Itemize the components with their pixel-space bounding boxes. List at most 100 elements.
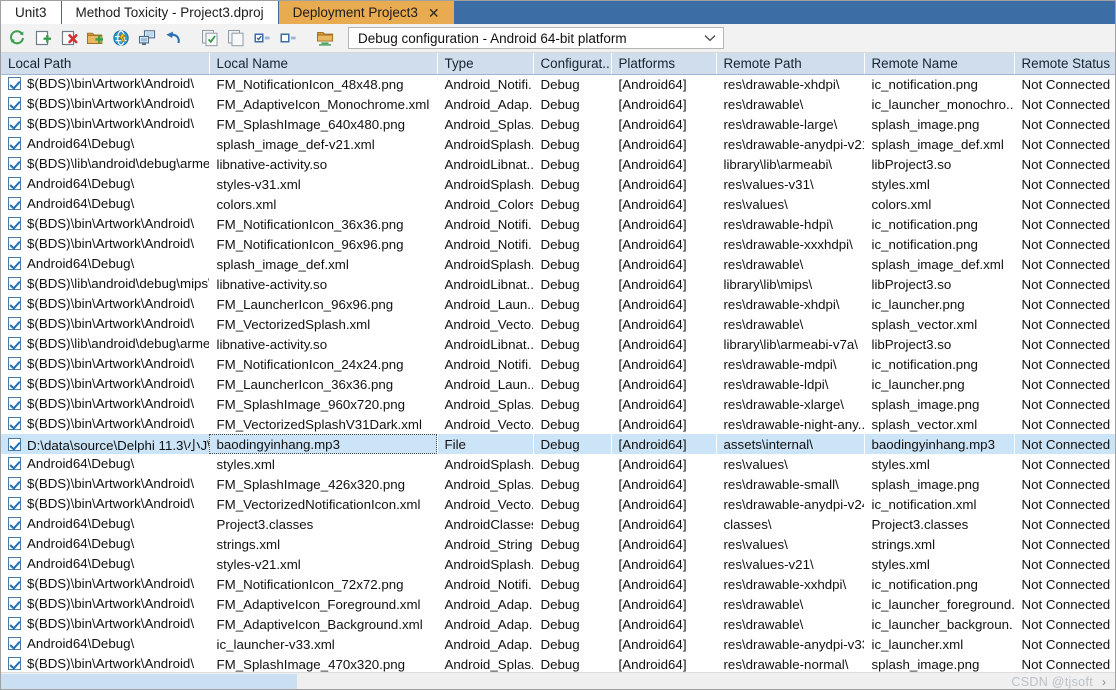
row-checkbox[interactable]: [8, 296, 21, 310]
column-header-configuration[interactable]: Configurat...: [533, 53, 612, 75]
connect-remote-icon[interactable]: [135, 26, 159, 50]
table-row[interactable]: $(BDS)\bin\Artwork\Android\ FM_LauncherIc…: [1, 294, 1115, 314]
cell-local-name: FM_VectorizedNotificationIcon.xml: [216, 496, 421, 512]
row-checkbox[interactable]: [8, 136, 21, 150]
row-checkbox[interactable]: [8, 256, 21, 270]
row-checkbox[interactable]: [8, 356, 21, 370]
table-row[interactable]: D:\data\source\Delphi 11.3\小J\... baoding…: [1, 434, 1115, 454]
row-checkbox[interactable]: [8, 116, 21, 130]
add-file-icon[interactable]: [31, 26, 55, 50]
cell-remote-path: res\drawable\: [723, 316, 804, 332]
row-checkbox[interactable]: [8, 656, 21, 670]
row-checkbox[interactable]: [8, 236, 21, 250]
table-row[interactable]: $(BDS)\bin\Artwork\Android\ FM_Notificati…: [1, 574, 1115, 594]
table-row[interactable]: $(BDS)\bin\Artwork\Android\ FM_Vectorized…: [1, 494, 1115, 514]
row-checkbox[interactable]: [8, 376, 21, 390]
revert-icon[interactable]: [161, 26, 185, 50]
row-checkbox[interactable]: [8, 416, 21, 430]
row-checkbox[interactable]: [8, 476, 21, 490]
row-checkbox[interactable]: [8, 316, 21, 330]
row-checkbox[interactable]: [8, 576, 21, 590]
table-row[interactable]: Android64\Debug\ styles.xml AndroidSplash.…: [1, 454, 1115, 474]
column-header-remote-status[interactable]: Remote Status: [1014, 53, 1115, 75]
table-row[interactable]: $(BDS)\lib\android\debug\arme... libnativ…: [1, 334, 1115, 354]
table-row[interactable]: $(BDS)\bin\Artwork\Android\ FM_LauncherIc…: [1, 374, 1115, 394]
row-checkbox[interactable]: [8, 156, 21, 170]
cell-remote-status: Not Connected: [1021, 556, 1111, 572]
table-row[interactable]: Android64\Debug\ colors.xml Android_Colors…: [1, 194, 1115, 214]
row-checkbox[interactable]: [8, 276, 21, 290]
cell-remote-name: libProject3.so: [871, 336, 952, 352]
table-row[interactable]: $(BDS)\bin\Artwork\Android\ FM_SplashImag…: [1, 474, 1115, 494]
scrollbar-thumb[interactable]: [1, 674, 297, 689]
table-row[interactable]: $(BDS)\bin\Artwork\Android\ FM_Notificati…: [1, 234, 1115, 254]
row-checkbox[interactable]: [8, 556, 21, 570]
row-checkbox[interactable]: [8, 437, 21, 451]
row-checkbox[interactable]: [8, 96, 21, 110]
row-checkbox[interactable]: [8, 516, 21, 530]
table-row[interactable]: $(BDS)\bin\Artwork\Android\ FM_SplashImag…: [1, 654, 1115, 672]
horizontal-scrollbar[interactable]: CSDN @tjsoft ›: [1, 672, 1115, 689]
table-row[interactable]: $(BDS)\bin\Artwork\Android\ FM_Notificati…: [1, 354, 1115, 374]
table-row[interactable]: $(BDS)\bin\Artwork\Android\ FM_Vectorized…: [1, 414, 1115, 434]
add-featured-files-icon[interactable]: [83, 26, 107, 50]
row-checkbox[interactable]: [8, 76, 21, 90]
row-checkbox[interactable]: [8, 536, 21, 550]
table-row[interactable]: $(BDS)\lib\android\debug\arme... libnativ…: [1, 154, 1115, 174]
close-icon[interactable]: ✕: [428, 6, 440, 20]
row-checkbox[interactable]: [8, 196, 21, 210]
column-header-remote-path[interactable]: Remote Path: [716, 53, 865, 75]
cell-type: Android_Splas...: [444, 396, 533, 412]
cell-platforms: [Android64]: [618, 476, 687, 492]
chevron-down-icon[interactable]: [703, 31, 717, 45]
table-row[interactable]: $(BDS)\bin\Artwork\Android\ FM_AdaptiveIc…: [1, 614, 1115, 634]
table-row[interactable]: $(BDS)\bin\Artwork\Android\ FM_AdaptiveIc…: [1, 94, 1115, 114]
open-deploy-folder-icon[interactable]: [313, 26, 337, 50]
tab-deployment-project3[interactable]: Deployment Project3 ✕: [278, 1, 455, 24]
row-checkbox[interactable]: [8, 396, 21, 410]
row-checkbox[interactable]: [8, 176, 21, 190]
cell-remote-path: res\drawable-anydpi-v24\: [723, 496, 864, 512]
table-row[interactable]: $(BDS)\bin\Artwork\Android\ FM_SplashImag…: [1, 114, 1115, 134]
deployment-file-grid[interactable]: Local Path Local Name Type Configurat... Pla…: [1, 53, 1115, 672]
enable-icon[interactable]: [250, 26, 274, 50]
table-row[interactable]: Android64\Debug\ splash_image_def.xml Andr…: [1, 254, 1115, 274]
column-header-type[interactable]: Type: [437, 53, 534, 75]
remove-file-icon[interactable]: [57, 26, 81, 50]
select-all-icon[interactable]: [198, 26, 222, 50]
column-header-remote-name[interactable]: Remote Name: [864, 53, 1015, 75]
scroll-right-arrow-icon[interactable]: ›: [1097, 674, 1111, 689]
table-row[interactable]: $(BDS)\lib\android\debug\mips\ libnative-…: [1, 274, 1115, 294]
table-row[interactable]: $(BDS)\bin\Artwork\Android\ FM_Notificati…: [1, 214, 1115, 234]
table-row[interactable]: $(BDS)\bin\Artwork\Android\ FM_AdaptiveIc…: [1, 594, 1115, 614]
disable-icon[interactable]: [276, 26, 300, 50]
tab-method-toxicity[interactable]: Method Toxicity - Project3.dproj: [61, 1, 279, 24]
row-checkbox[interactable]: [8, 336, 21, 350]
table-row[interactable]: Android64\Debug\ ic_launcher-v33.xml Andro…: [1, 634, 1115, 654]
column-header-platforms[interactable]: Platforms: [611, 53, 717, 75]
row-checkbox[interactable]: [8, 616, 21, 630]
table-row[interactable]: $(BDS)\bin\Artwork\Android\ FM_SplashImag…: [1, 394, 1115, 414]
cell-remote-path: classes\: [723, 516, 772, 532]
column-header-local-path[interactable]: Local Path: [1, 53, 210, 75]
deploy-icon[interactable]: [109, 26, 133, 50]
configuration-combo[interactable]: Debug configuration - Android 64-bit pla…: [348, 27, 724, 49]
row-checkbox[interactable]: [8, 456, 21, 470]
table-row[interactable]: Android64\Debug\ splash_image_def-v21.xml…: [1, 134, 1115, 154]
deselect-all-icon[interactable]: [224, 26, 248, 50]
column-header-local-name[interactable]: Local Name: [209, 53, 438, 75]
cell-type: AndroidSplash...: [444, 456, 533, 472]
row-checkbox[interactable]: [8, 496, 21, 510]
table-row[interactable]: Android64\Debug\ strings.xml Android_Strin…: [1, 534, 1115, 554]
row-checkbox[interactable]: [8, 216, 21, 230]
tab-unit3[interactable]: Unit3: [1, 1, 62, 24]
table-row[interactable]: Android64\Debug\ Project3.classes AndroidC…: [1, 514, 1115, 534]
refresh-icon[interactable]: [5, 26, 29, 50]
cell-local-name: FM_LauncherIcon_96x96.png: [216, 296, 394, 312]
table-row[interactable]: Android64\Debug\ styles-v31.xml AndroidSpl…: [1, 174, 1115, 194]
row-checkbox[interactable]: [8, 636, 21, 650]
table-row[interactable]: $(BDS)\bin\Artwork\Android\ FM_Vectorized…: [1, 314, 1115, 334]
table-row[interactable]: Android64\Debug\ styles-v21.xml AndroidSpl…: [1, 554, 1115, 574]
row-checkbox[interactable]: [8, 596, 21, 610]
table-row[interactable]: $(BDS)\bin\Artwork\Android\ FM_Notificati…: [1, 74, 1115, 94]
